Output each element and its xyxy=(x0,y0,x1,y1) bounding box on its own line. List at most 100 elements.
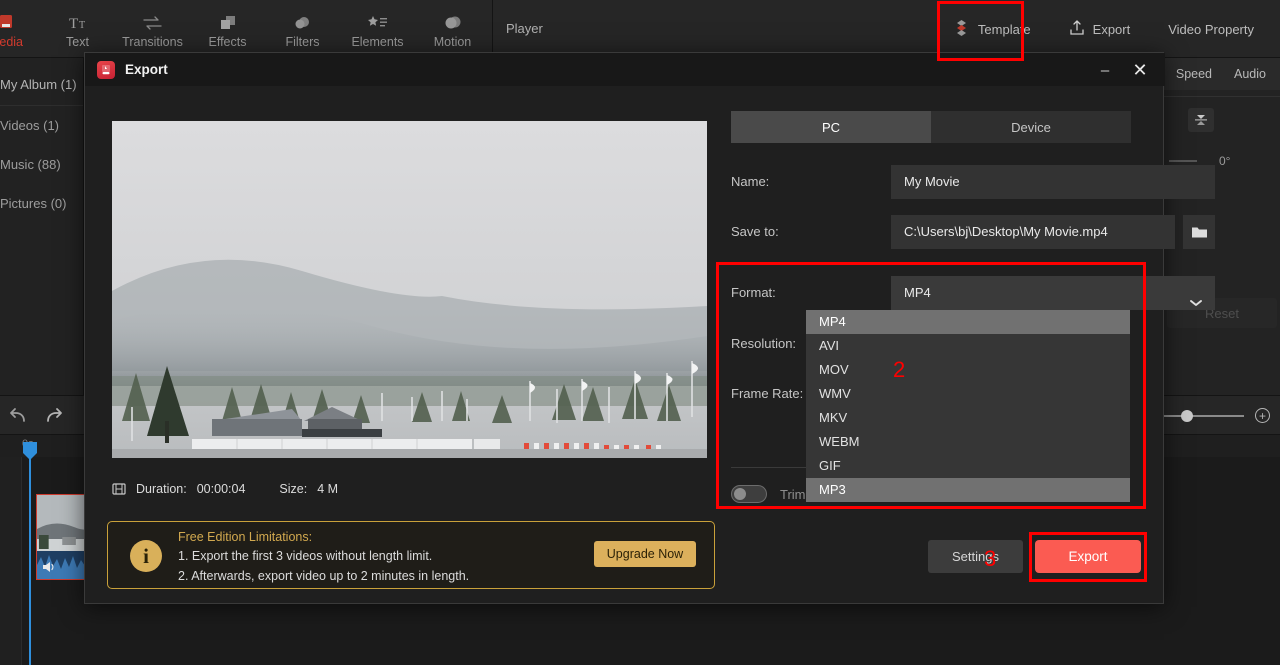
tab-audio[interactable]: Audio xyxy=(1234,67,1266,81)
video-property-label: Video Property xyxy=(1168,21,1254,37)
svg-text:T: T xyxy=(79,20,85,31)
tab-pc[interactable]: PC xyxy=(731,111,931,143)
elements-icon xyxy=(367,10,389,32)
sidebar-item-music[interactable]: Music (88) xyxy=(0,145,83,184)
tab-speed[interactable]: Speed xyxy=(1176,67,1212,81)
zoom-in-icon[interactable]: + xyxy=(1255,408,1270,423)
tool-tab-label: Filters xyxy=(285,34,320,49)
limitations-line-1: 1. Export the first 3 videos without len… xyxy=(178,549,433,563)
tool-tab-effects[interactable]: Effects xyxy=(190,0,265,58)
export-label: Export xyxy=(1092,21,1131,37)
tool-tab-text[interactable]: TT Text xyxy=(40,0,115,58)
info-icon: i xyxy=(130,540,162,572)
timeline-track-header xyxy=(0,457,22,665)
format-label: Format: xyxy=(731,285,776,300)
format-option-gif[interactable]: GIF xyxy=(806,454,1130,478)
browse-folder-button[interactable] xyxy=(1183,215,1215,249)
tool-tab-bar: Media TT Text Transitions xyxy=(0,0,492,58)
playhead-line xyxy=(29,457,31,665)
tool-tab-label: Media xyxy=(0,34,24,49)
name-label: Name: xyxy=(731,174,770,189)
playhead-handle[interactable] xyxy=(22,441,38,461)
tool-tab-elements[interactable]: Elements xyxy=(340,0,415,58)
format-option-mov[interactable]: MOV xyxy=(806,358,1130,382)
resolution-label: Resolution: xyxy=(731,336,797,351)
export-button[interactable]: Export xyxy=(1047,0,1153,58)
tool-tab-filters[interactable]: Filters xyxy=(265,0,340,58)
zoom-slider-handle[interactable] xyxy=(1181,410,1193,422)
media-icon xyxy=(0,10,16,32)
format-selected-value: MP4 xyxy=(904,285,931,300)
template-button[interactable]: Template xyxy=(937,0,1047,58)
name-input[interactable]: My Movie xyxy=(891,165,1215,199)
format-option-mp4[interactable]: MP4 xyxy=(806,310,1130,334)
format-select[interactable]: MP4 xyxy=(891,276,1215,310)
sidebar-item-label: Videos (1) xyxy=(0,118,60,133)
tool-tab-label: Text xyxy=(66,34,89,49)
upgrade-now-button[interactable]: Upgrade Now xyxy=(594,541,696,567)
toolbar-right-actions: Template Export Video Property xyxy=(937,0,1280,58)
sidebar-item-label: Music (88) xyxy=(0,157,61,172)
frame-rate-label: Frame Rate: xyxy=(731,386,804,401)
close-icon[interactable]: ✕ xyxy=(1129,59,1151,81)
effects-icon xyxy=(218,10,238,32)
clip-audio-icon[interactable] xyxy=(41,560,57,574)
motion-icon xyxy=(443,10,463,32)
size-value: 4 M xyxy=(317,482,339,496)
name-row: Name: My Movie xyxy=(731,165,1231,199)
property-divider xyxy=(1161,96,1280,97)
free-edition-banner: i Free Edition Limitations: 1. Export th… xyxy=(107,521,715,589)
top-toolbar: Media TT Text Transitions xyxy=(0,0,1280,58)
sidebar-item-videos[interactable]: Videos (1) xyxy=(0,106,83,145)
preview-image xyxy=(112,121,707,461)
tool-tab-media[interactable]: Media xyxy=(0,0,40,58)
duration-value: 00:00:04 xyxy=(196,482,246,496)
template-icon xyxy=(953,19,970,39)
filters-icon xyxy=(293,10,313,32)
settings-button[interactable]: Settings xyxy=(928,540,1023,573)
format-option-mkv[interactable]: MKV xyxy=(806,406,1130,430)
save-to-input[interactable]: C:\Users\bj\Desktop\My Movie.mp4 xyxy=(891,215,1175,249)
sidebar-item-my-album[interactable]: My Album (1) xyxy=(0,64,83,106)
text-icon: TT xyxy=(68,10,88,32)
video-property-button[interactable]: Video Property xyxy=(1152,0,1280,58)
preview-meta-row: Duration: 00:00:04 Size: 4 M xyxy=(112,478,707,500)
flip-vertical-button[interactable] xyxy=(1188,108,1214,132)
dialog-export-button[interactable]: Export xyxy=(1035,540,1141,573)
app-logo-icon xyxy=(97,60,115,79)
export-preview[interactable] xyxy=(112,121,707,461)
trim-toggle[interactable] xyxy=(731,485,767,503)
size-label: Size: xyxy=(279,482,308,496)
svg-text:T: T xyxy=(69,16,78,32)
format-option-avi[interactable]: AVI xyxy=(806,334,1130,358)
limitations-line-2: 2. Afterwards, export video up to 2 minu… xyxy=(178,569,470,583)
sidebar-item-pictures[interactable]: Pictures (0) xyxy=(0,184,83,223)
rotation-slider[interactable] xyxy=(1169,160,1197,162)
tool-tab-transitions[interactable]: Transitions xyxy=(115,0,190,58)
dialog-title-bar[interactable]: Export – ✕ xyxy=(85,53,1165,86)
player-label: Player xyxy=(506,21,543,36)
tool-tab-motion[interactable]: Motion xyxy=(415,0,490,58)
tab-device[interactable]: Device xyxy=(931,111,1131,143)
save-to-row: Save to: C:\Users\bj\Desktop\My Movie.mp… xyxy=(731,215,1231,249)
tool-tab-label: Elements xyxy=(351,34,404,49)
redo-icon[interactable] xyxy=(42,406,64,431)
toolbar-divider xyxy=(492,0,493,58)
format-dropdown-list[interactable]: MP4 AVI MOV WMV MKV WEBM GIF MP3 xyxy=(806,310,1130,502)
dialog-title: Export xyxy=(125,62,168,77)
format-option-mp3[interactable]: MP3 xyxy=(806,478,1130,502)
minimize-icon[interactable]: – xyxy=(1095,61,1115,79)
property-tab-bar: Speed Audio xyxy=(1161,58,1280,90)
trim-row: Trim xyxy=(731,485,806,503)
media-sidebar-list: My Album (1) Videos (1) Music (88) Pictu… xyxy=(0,58,83,223)
tool-tab-label: Effects xyxy=(208,34,247,49)
format-option-webm[interactable]: WEBM xyxy=(806,430,1130,454)
export-target-tabs: PC Device xyxy=(731,111,1131,143)
format-option-wmv[interactable]: WMV xyxy=(806,382,1130,406)
undo-icon[interactable] xyxy=(8,406,30,431)
transitions-icon xyxy=(142,10,163,32)
sidebar-item-label: Pictures (0) xyxy=(0,196,67,211)
limitations-heading: Free Edition Limitations: xyxy=(178,530,313,544)
save-to-label: Save to: xyxy=(731,224,779,239)
video-editor-window: Media TT Text Transitions xyxy=(0,0,1280,665)
